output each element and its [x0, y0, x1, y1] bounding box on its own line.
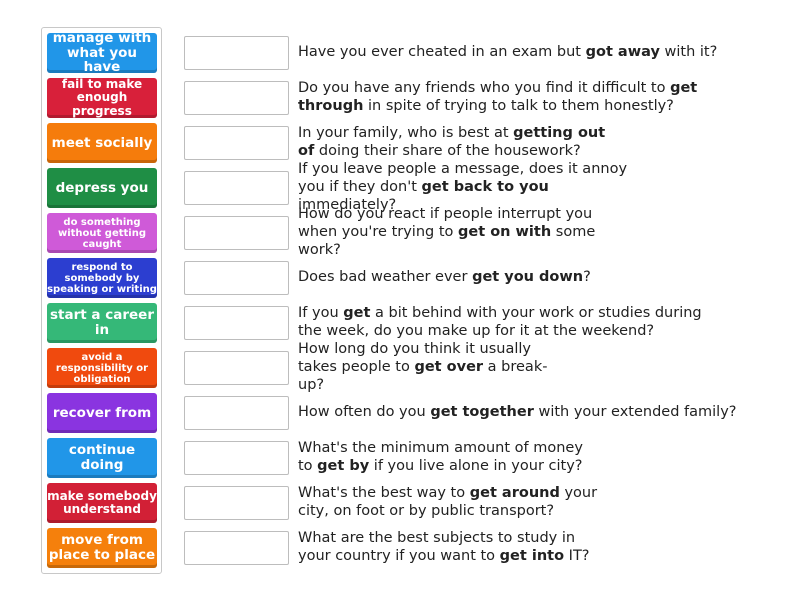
phrasal-verb: get on with	[458, 224, 552, 240]
question-text: How often do you	[298, 404, 431, 420]
drop-box[interactable]	[184, 36, 289, 70]
question: If you get a bit behind with your work o…	[298, 302, 768, 342]
answer-tile[interactable]: move from place to place	[47, 528, 157, 568]
question: Does bad weather ever get you down?	[298, 257, 768, 297]
question: In your family, who is best at getting o…	[298, 122, 768, 162]
question-text: if you live alone in your city?	[369, 458, 583, 474]
question-text: What's the best way to	[298, 485, 470, 501]
answer-tile[interactable]: do something without getting caught	[47, 213, 157, 253]
answer-tile[interactable]: continue doing	[47, 438, 157, 478]
question-text: doing their share of the housework?	[314, 143, 581, 159]
question-text: In your family, who is best at	[298, 125, 514, 141]
answer-tile[interactable]: respond to somebody by speaking or writi…	[47, 258, 157, 298]
question-text: If you	[298, 305, 344, 321]
question: What's the best way to get around your c…	[298, 482, 768, 522]
answer-tile[interactable]: depress you	[47, 168, 157, 208]
question: Have you ever cheated in an exam but got…	[298, 32, 768, 72]
answer-tile[interactable]: fail to make enough progress	[47, 78, 157, 118]
drop-box[interactable]	[184, 81, 289, 115]
answer-bank: manage with what you have fail to make en…	[41, 27, 162, 574]
drop-box[interactable]	[184, 531, 289, 565]
phrasal-verb: get back to you	[421, 179, 549, 195]
question-text: Have you ever cheated in an exam but	[298, 44, 586, 60]
question-text: IT?	[564, 548, 590, 564]
drop-box[interactable]	[184, 126, 289, 160]
question-text: Does bad weather ever	[298, 269, 473, 285]
drop-box[interactable]	[184, 396, 289, 430]
phrasal-verb: get over	[414, 359, 484, 375]
phrasal-verb: get into	[499, 548, 565, 564]
phrasal-verb: get around	[469, 485, 560, 501]
question-text: with it?	[659, 44, 718, 60]
phrasal-verb: get	[343, 305, 371, 321]
answer-tile[interactable]: make somebody understand	[47, 483, 157, 523]
answer-tile[interactable]: avoid a responsibility or obligation	[47, 348, 157, 388]
phrasal-verb: got away	[585, 44, 660, 60]
question: How do you react if people interrupt you…	[298, 206, 768, 258]
question: What are the best subjects to study in y…	[298, 527, 768, 567]
question: What's the minimum amount of money to ge…	[298, 437, 768, 477]
drop-box[interactable]	[184, 351, 289, 385]
drop-box[interactable]	[184, 261, 289, 295]
drop-box[interactable]	[184, 216, 289, 250]
answer-tile[interactable]: manage with what you have	[47, 30, 157, 75]
phrasal-verb: get you down	[472, 269, 584, 285]
question-text: Do you have any friends who you find it …	[298, 80, 671, 96]
question: How often do you get together with your …	[298, 392, 768, 432]
question-text: in spite of trying to talk to them hones…	[363, 98, 674, 114]
phrasal-verb: get together	[430, 404, 534, 420]
question: How long do you think it usually takes p…	[298, 341, 768, 393]
drop-box[interactable]	[184, 306, 289, 340]
question-text: ?	[583, 269, 591, 285]
answer-tile[interactable]: start a career in	[47, 303, 157, 343]
answer-tile[interactable]: meet socially	[47, 123, 157, 163]
drop-box[interactable]	[184, 171, 289, 205]
drop-box[interactable]	[184, 486, 289, 520]
question-text: with your extended family?	[533, 404, 737, 420]
question: If you leave people a message, does it a…	[298, 161, 768, 213]
drop-box[interactable]	[184, 441, 289, 475]
answer-tile[interactable]: recover from	[47, 393, 157, 433]
phrasal-verb: get by	[317, 458, 370, 474]
question: Do you have any friends who you find it …	[298, 77, 768, 117]
